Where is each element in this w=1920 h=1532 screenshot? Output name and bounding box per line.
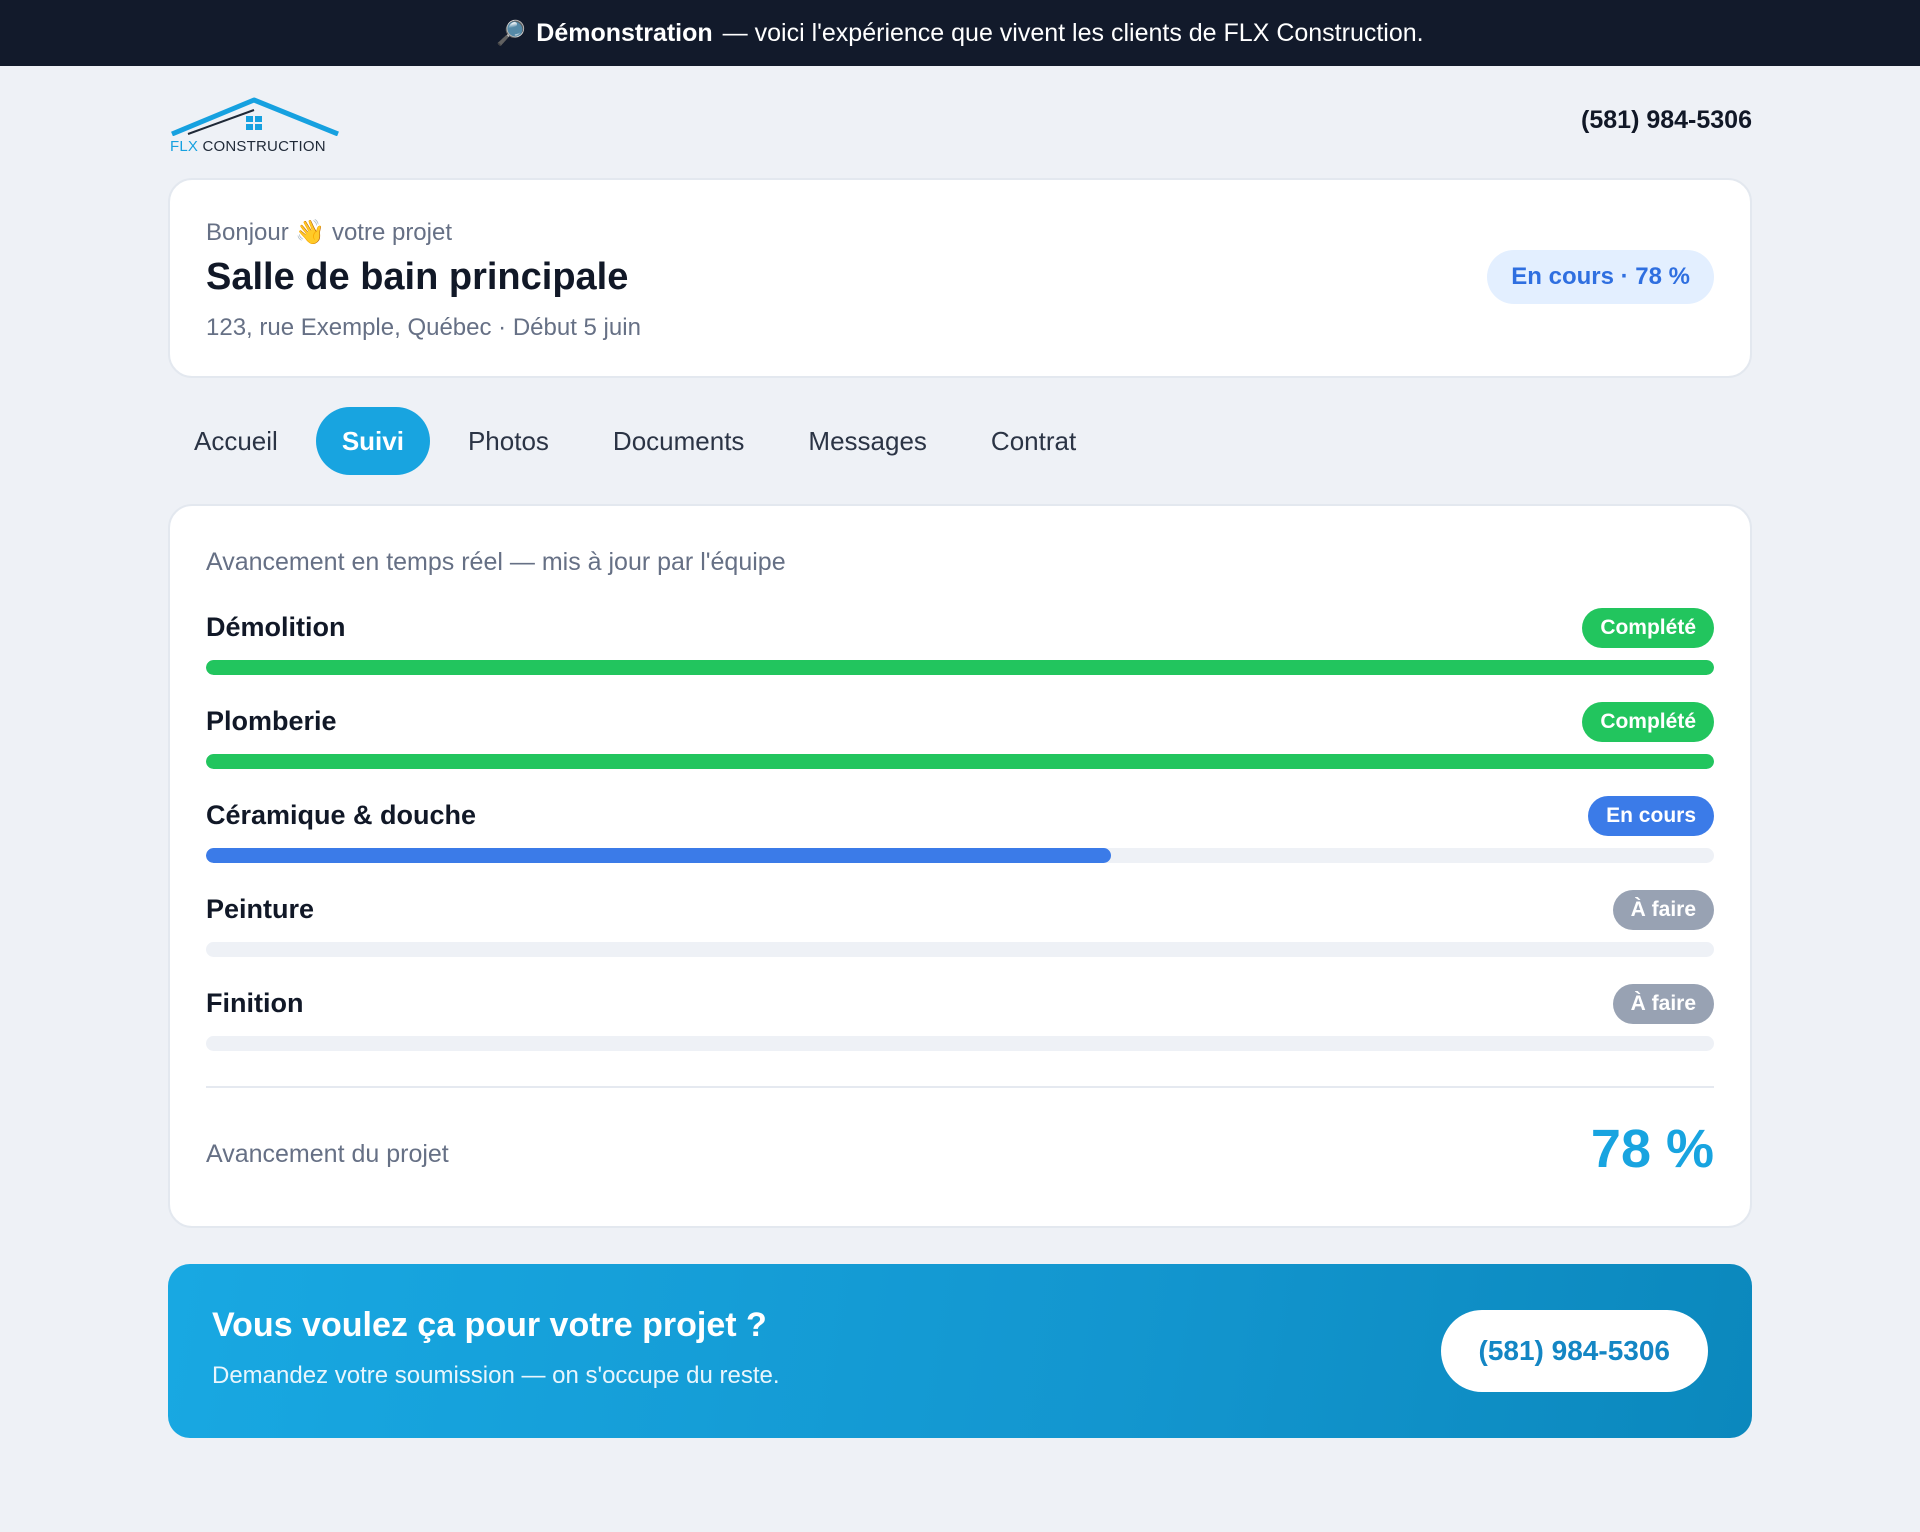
stage-progress-fill <box>206 754 1714 769</box>
tab-documents[interactable]: Documents <box>587 407 771 475</box>
stage-progress-bar <box>206 754 1714 769</box>
stage-ceramique: Céramique & douche En cours <box>206 796 1714 876</box>
cta-text: Demandez votre soumission — on s'occupe … <box>212 1362 780 1389</box>
header: FLX CONSTRUCTION (581) 984-5306 <box>168 66 1752 178</box>
cta-banner: Vous voulez ça pour votre projet ? Deman… <box>168 1264 1752 1438</box>
stage-demolition: Démolition Complété <box>206 608 1714 688</box>
tab-suivi[interactable]: Suivi <box>315 407 430 475</box>
stage-status-badge: Complété <box>1582 608 1714 648</box>
stage-name: Peinture <box>206 894 315 924</box>
greeting: Bonjour 👋 votre projet <box>206 219 452 246</box>
project-status-badge: En cours · 78 % <box>1487 250 1714 304</box>
overall-progress-label: Avancement du projet <box>206 1140 449 1168</box>
banner-text: — voici l'expérience que vivent les clie… <box>722 18 1424 47</box>
stage-peinture: Peinture À faire <box>206 890 1714 970</box>
stage-status-badge: À faire <box>1612 890 1714 930</box>
logo-text-construction: CONSTRUCTION <box>202 138 326 155</box>
progress-subtitle: Avancement en temps réel — mis à jour pa… <box>206 548 786 576</box>
tab-messages[interactable]: Messages <box>782 407 953 475</box>
stage-status-badge: À faire <box>1612 984 1714 1024</box>
stage-progress-fill <box>206 660 1714 675</box>
overall-progress-value: 78 % <box>1590 1119 1714 1179</box>
stage-progress-bar <box>206 942 1714 957</box>
stage-name: Céramique & douche <box>206 800 477 830</box>
tab-accueil[interactable]: Accueil <box>168 407 304 475</box>
stage-plomberie: Plomberie Complété <box>206 702 1714 782</box>
stage-status-badge: Complété <box>1582 702 1714 742</box>
magnifier-icon: 🔎 <box>496 19 527 47</box>
stage-progress-fill <box>206 848 1111 863</box>
tab-bar: Accueil Suivi Photos Documents Messages … <box>168 378 1752 504</box>
stage-name: Plomberie <box>206 706 337 736</box>
stage-progress-bar <box>206 660 1714 675</box>
logo-text: FLX CONSTRUCTION <box>170 138 326 155</box>
divider <box>206 1086 1714 1088</box>
project-card: Bonjour 👋 votre projet Salle de bain pri… <box>168 178 1752 378</box>
banner-strong: Démonstration <box>536 18 713 47</box>
stage-progress-bar <box>206 1036 1714 1051</box>
stage-name: Finition <box>206 988 304 1018</box>
stage-progress-bar <box>206 848 1714 863</box>
cta-phone-button[interactable]: (581) 984-5306 <box>1440 1310 1708 1392</box>
tab-photos[interactable]: Photos <box>442 407 575 475</box>
project-title: Salle de bain principale <box>206 256 629 298</box>
cta-heading: Vous voulez ça pour votre projet ? <box>212 1306 767 1344</box>
logo-text-flx: FLX <box>170 138 199 155</box>
header-phone-link[interactable]: (581) 984-5306 <box>1581 106 1752 135</box>
progress-card: Avancement en temps réel — mis à jour pa… <box>168 504 1752 1228</box>
flx-logo[interactable]: FLX CONSTRUCTION <box>170 96 340 156</box>
demo-banner: 🔎 Démonstration — voici l'expérience que… <box>0 0 1920 66</box>
house-roof-icon <box>171 97 339 136</box>
stage-name: Démolition <box>206 612 346 642</box>
stage-finition: Finition À faire <box>206 984 1714 1064</box>
project-address: 123, rue Exemple, Québec · Début 5 juin <box>206 314 641 341</box>
stage-status-badge: En cours <box>1588 796 1714 836</box>
tab-contrat[interactable]: Contrat <box>965 407 1102 475</box>
